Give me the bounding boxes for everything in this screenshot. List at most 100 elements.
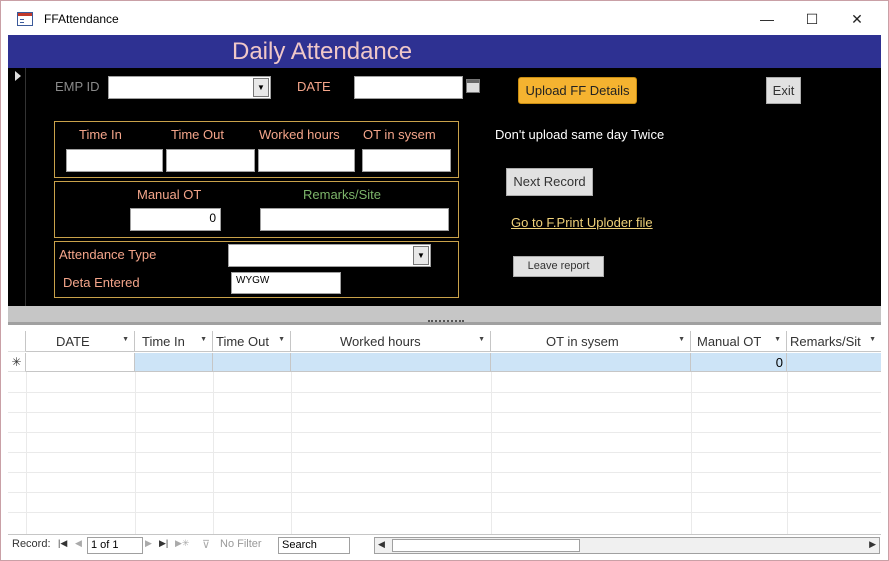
data-entered-field[interactable]: WYGW	[231, 272, 341, 294]
no-filter-label[interactable]: No Filter	[220, 538, 262, 550]
scroll-thumb[interactable]	[392, 539, 580, 552]
new-row-worked-hours-cell[interactable]	[291, 353, 491, 372]
ot-field[interactable]	[362, 149, 451, 172]
col-header-time-out[interactable]: Time Out ▼	[213, 331, 291, 352]
time-out-field[interactable]	[166, 149, 255, 172]
datasheet: DATE ▼ Time In ▼ Time Out ▼ Worked hours ▼ O…	[8, 322, 881, 534]
exit-button[interactable]: Exit	[766, 77, 801, 104]
col-header-time-in[interactable]: Time In ▼	[135, 331, 213, 352]
next-record-icon[interactable]: ▶	[145, 538, 152, 549]
new-row-ot-cell[interactable]	[491, 353, 691, 372]
fprint-uploader-link[interactable]: Go to F.Print Uploder file	[511, 215, 653, 230]
grid-line	[8, 452, 881, 453]
new-record-icon[interactable]: ▶✳	[175, 538, 189, 549]
form-header: Daily Attendance	[8, 35, 881, 68]
new-row-time-out-cell[interactable]	[213, 353, 291, 372]
grid-line	[8, 392, 881, 393]
first-record-icon[interactable]: |◀	[58, 538, 67, 549]
col-header-label: OT in sysem	[546, 334, 619, 349]
sort-arrow-icon[interactable]: ▼	[200, 336, 207, 343]
new-row-date-cell[interactable]	[26, 353, 135, 372]
emp-id-label: EMP ID	[55, 79, 100, 94]
col-header-label: Manual OT	[697, 334, 762, 349]
grid-line	[291, 372, 292, 534]
remarks-label: Remarks/Site	[303, 187, 382, 202]
new-row-time-in-cell[interactable]	[135, 353, 213, 372]
col-header-remarks[interactable]: Remarks/Sit ▼	[787, 331, 881, 352]
manual-ot-value: 0	[209, 211, 216, 225]
grid-line	[135, 372, 136, 534]
close-button[interactable]: ✕	[847, 9, 867, 29]
next-record-button[interactable]: Next Record	[506, 168, 593, 196]
emp-id-combo[interactable]: ▼	[108, 76, 271, 99]
record-selector[interactable]	[8, 68, 26, 306]
manual-ot-field[interactable]: 0	[130, 208, 221, 231]
sort-arrow-icon[interactable]: ▼	[122, 336, 129, 343]
horizontal-scrollbar[interactable]: ◀ ▶	[374, 537, 880, 554]
col-header-label: Time Out	[216, 334, 269, 349]
scroll-right-icon[interactable]: ▶	[869, 539, 876, 550]
col-header-worked-hours[interactable]: Worked hours ▼	[291, 331, 491, 352]
record-navigation-bar: Record: |◀ ◀ 1 of 1 ▶ ▶| ▶✳ ⊽ No Filter …	[8, 534, 881, 555]
col-header-ot[interactable]: OT in sysem ▼	[491, 331, 691, 352]
window-title: FFAttendance	[44, 12, 119, 26]
grid-line	[213, 372, 214, 534]
col-header-label: Time In	[142, 334, 185, 349]
col-header-date[interactable]: DATE ▼	[26, 331, 135, 352]
minimize-button[interactable]: —	[757, 9, 777, 29]
select-all-corner[interactable]	[8, 331, 26, 352]
remarks-field[interactable]	[260, 208, 449, 231]
col-header-label: DATE	[56, 334, 90, 349]
worked-hours-label: Worked hours	[259, 127, 340, 142]
grid-line	[8, 512, 881, 513]
sort-arrow-icon[interactable]: ▼	[478, 336, 485, 343]
filter-icon: ⊽	[202, 539, 211, 551]
warning-text: Don't upload same day Twice	[495, 127, 665, 142]
upload-ff-details-button[interactable]: Upload FF Details	[518, 77, 637, 104]
col-header-label: Remarks/Sit	[790, 334, 861, 349]
worked-hours-field[interactable]	[258, 149, 355, 172]
col-header-manual-ot[interactable]: Manual OT ▼	[691, 331, 787, 352]
chevron-down-icon[interactable]: ▼	[413, 246, 429, 265]
time-in-field[interactable]	[66, 149, 163, 172]
time-out-label: Time Out	[171, 127, 224, 142]
date-field[interactable]	[354, 76, 463, 99]
sort-arrow-icon[interactable]: ▼	[774, 336, 781, 343]
new-row-manual-ot-cell[interactable]: 0	[691, 353, 787, 372]
previous-record-icon[interactable]: ◀	[75, 538, 82, 549]
leave-report-button[interactable]: Leave report	[513, 256, 604, 277]
last-record-icon[interactable]: ▶|	[159, 538, 168, 549]
search-value: Search	[282, 539, 317, 551]
new-row-remarks-cell[interactable]	[787, 353, 881, 372]
sort-arrow-icon[interactable]: ▼	[869, 336, 876, 343]
scroll-left-icon[interactable]: ◀	[378, 539, 385, 550]
title-bar: FFAttendance — ☐ ✕	[1, 1, 888, 35]
new-row-selector[interactable]: ✳	[8, 353, 26, 372]
col-header-label: Worked hours	[340, 334, 421, 349]
grid-line	[26, 372, 27, 534]
grid-line	[491, 372, 492, 534]
data-entered-label: Deta Entered	[63, 275, 140, 290]
maximize-button[interactable]: ☐	[802, 9, 822, 29]
sort-arrow-icon[interactable]: ▼	[678, 336, 685, 343]
record-label: Record:	[12, 538, 51, 550]
form-title: Daily Attendance	[232, 38, 413, 65]
chevron-down-icon[interactable]: ▼	[253, 78, 269, 97]
manual-ot-label: Manual OT	[137, 187, 202, 202]
sort-arrow-icon[interactable]: ▼	[278, 336, 285, 343]
split-bar[interactable]	[8, 306, 881, 322]
data-entered-value: WYGW	[236, 275, 270, 286]
search-field[interactable]: Search	[278, 537, 350, 554]
grid-line	[8, 412, 881, 413]
new-row-manual-ot-value: 0	[775, 355, 783, 370]
attendance-form: Daily Attendance EMP ID ▼ DATE Upload FF…	[8, 35, 881, 306]
grid-line	[787, 372, 788, 534]
time-in-label: Time In	[79, 127, 122, 142]
access-window: FFAttendance — ☐ ✕ Daily Attendance EMP …	[0, 0, 889, 561]
attendance-type-label: Attendance Type	[59, 247, 157, 262]
attendance-type-combo[interactable]: ▼	[228, 244, 431, 267]
grid-line	[8, 432, 881, 433]
record-position-field[interactable]: 1 of 1	[87, 537, 143, 554]
form-icon	[17, 12, 33, 26]
calendar-icon[interactable]	[466, 79, 480, 93]
